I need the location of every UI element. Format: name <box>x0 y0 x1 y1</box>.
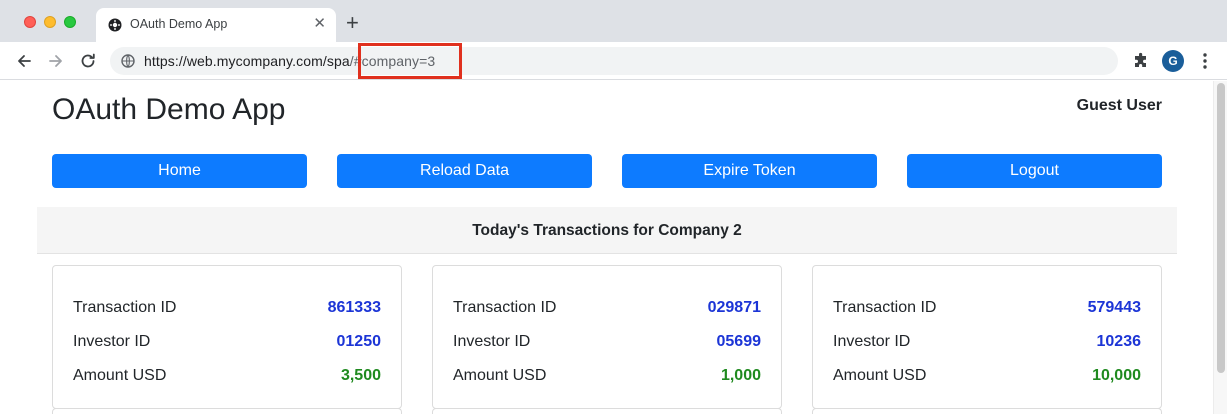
expire-token-button[interactable]: Expire Token <box>622 154 877 188</box>
transaction-id-value: 029871 <box>707 299 761 316</box>
app-favicon-icon <box>108 18 122 32</box>
browser-titlebar: OAuth Demo App ✕ + <box>0 0 1227 42</box>
investor-id-label: Investor ID <box>833 333 911 350</box>
tab-close-icon[interactable]: ✕ <box>313 15 326 33</box>
amount-label: Amount USD <box>833 367 927 384</box>
investor-id-value: 05699 <box>716 333 762 350</box>
transactions-title: Today's Transactions for Company 2 <box>472 222 742 239</box>
transaction-card: Transaction ID 029871 Investor ID 05699 … <box>432 265 782 409</box>
transaction-id-row: Transaction ID 861333 <box>73 299 381 321</box>
scrollbar-thumb[interactable] <box>1217 83 1225 373</box>
tab-title: OAuth Demo App <box>130 17 228 31</box>
transaction-card-partial <box>432 408 782 414</box>
reload-data-button[interactable]: Reload Data <box>337 154 592 188</box>
reload-icon[interactable] <box>78 51 98 71</box>
amount-label: Amount USD <box>73 367 167 384</box>
back-arrow-icon[interactable] <box>14 51 34 71</box>
user-name: Guest User <box>1076 97 1162 114</box>
url-highlight-box <box>358 43 462 79</box>
investor-id-row: Investor ID 05699 <box>453 333 761 355</box>
profile-avatar[interactable]: G <box>1162 50 1184 72</box>
page-viewport: OAuth Demo App Guest User Home Reload Da… <box>0 81 1227 414</box>
transaction-id-row: Transaction ID 029871 <box>453 299 761 321</box>
investor-id-value: 01250 <box>336 333 382 350</box>
page-scrollbar[interactable] <box>1213 81 1227 414</box>
forward-arrow-icon[interactable] <box>46 51 66 71</box>
investor-id-row: Investor ID 01250 <box>73 333 381 355</box>
browser-menu-icon[interactable] <box>1198 51 1212 71</box>
extensions-puzzle-icon[interactable] <box>1132 52 1150 70</box>
browser-toolbar: https://web.mycompany.com/spa/#company=3… <box>0 42 1227 80</box>
amount-value: 10,000 <box>1092 367 1141 384</box>
investor-id-label: Investor ID <box>73 333 151 350</box>
new-tab-button[interactable]: + <box>346 12 359 34</box>
amount-row: Amount USD 1,000 <box>453 367 761 389</box>
transaction-id-row: Transaction ID 579443 <box>833 299 1141 321</box>
amount-value: 1,000 <box>720 367 761 384</box>
investor-id-row: Investor ID 10236 <box>833 333 1141 355</box>
minimize-window-button[interactable] <box>44 16 56 28</box>
investor-id-value: 10236 <box>1096 333 1142 350</box>
amount-value: 3,500 <box>340 367 381 384</box>
transaction-card: Transaction ID 579443 Investor ID 10236 … <box>812 265 1162 409</box>
close-window-button[interactable] <box>24 16 36 28</box>
logout-button[interactable]: Logout <box>907 154 1162 188</box>
amount-row: Amount USD 3,500 <box>73 367 381 389</box>
transaction-id-value: 579443 <box>1087 299 1141 316</box>
address-bar[interactable]: https://web.mycompany.com/spa/#company=3 <box>110 43 1118 79</box>
transaction-card-partial <box>52 408 402 414</box>
transaction-id-label: Transaction ID <box>453 299 557 316</box>
transaction-id-label: Transaction ID <box>833 299 937 316</box>
site-info-icon[interactable] <box>121 54 135 68</box>
transactions-header: Today's Transactions for Company 2 <box>37 207 1177 254</box>
home-button[interactable]: Home <box>52 154 307 188</box>
transaction-card-partial <box>812 408 1162 414</box>
transaction-id-label: Transaction ID <box>73 299 177 316</box>
browser-tab[interactable]: OAuth Demo App ✕ <box>96 8 336 42</box>
page-title: OAuth Demo App <box>52 93 286 126</box>
maximize-window-button[interactable] <box>64 16 76 28</box>
transaction-id-value: 861333 <box>327 299 381 316</box>
amount-label: Amount USD <box>453 367 547 384</box>
investor-id-label: Investor ID <box>453 333 531 350</box>
transaction-card: Transaction ID 861333 Investor ID 01250 … <box>52 265 402 409</box>
url-base: https://web.mycompany.com/spa <box>144 53 350 69</box>
amount-row: Amount USD 10,000 <box>833 367 1141 389</box>
